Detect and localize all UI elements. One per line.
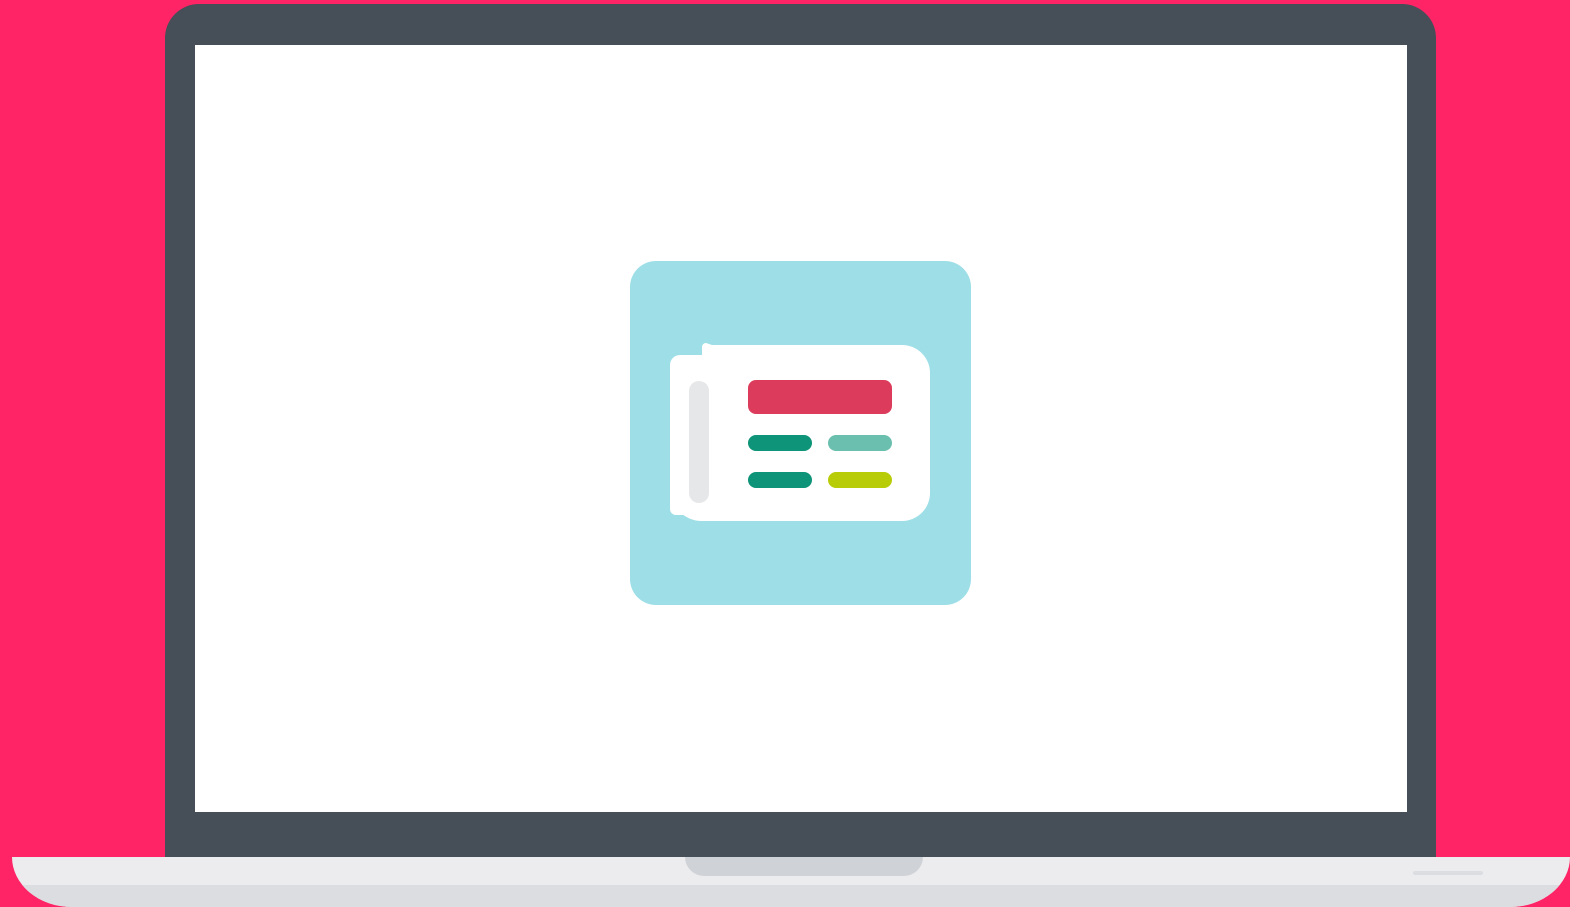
newspaper-icon — [670, 343, 930, 521]
text-line-4 — [828, 472, 892, 488]
text-line-1 — [748, 435, 812, 451]
newspaper-fold — [689, 381, 709, 503]
news-app-icon[interactable] — [630, 261, 971, 605]
text-line-2 — [828, 435, 892, 451]
laptop-base — [12, 857, 1570, 907]
laptop-base-shadow — [12, 885, 1570, 907]
headline-bar — [748, 380, 892, 414]
laptop-vent — [1413, 871, 1483, 875]
text-line-3 — [748, 472, 812, 488]
laptop-opening-notch — [685, 857, 923, 876]
